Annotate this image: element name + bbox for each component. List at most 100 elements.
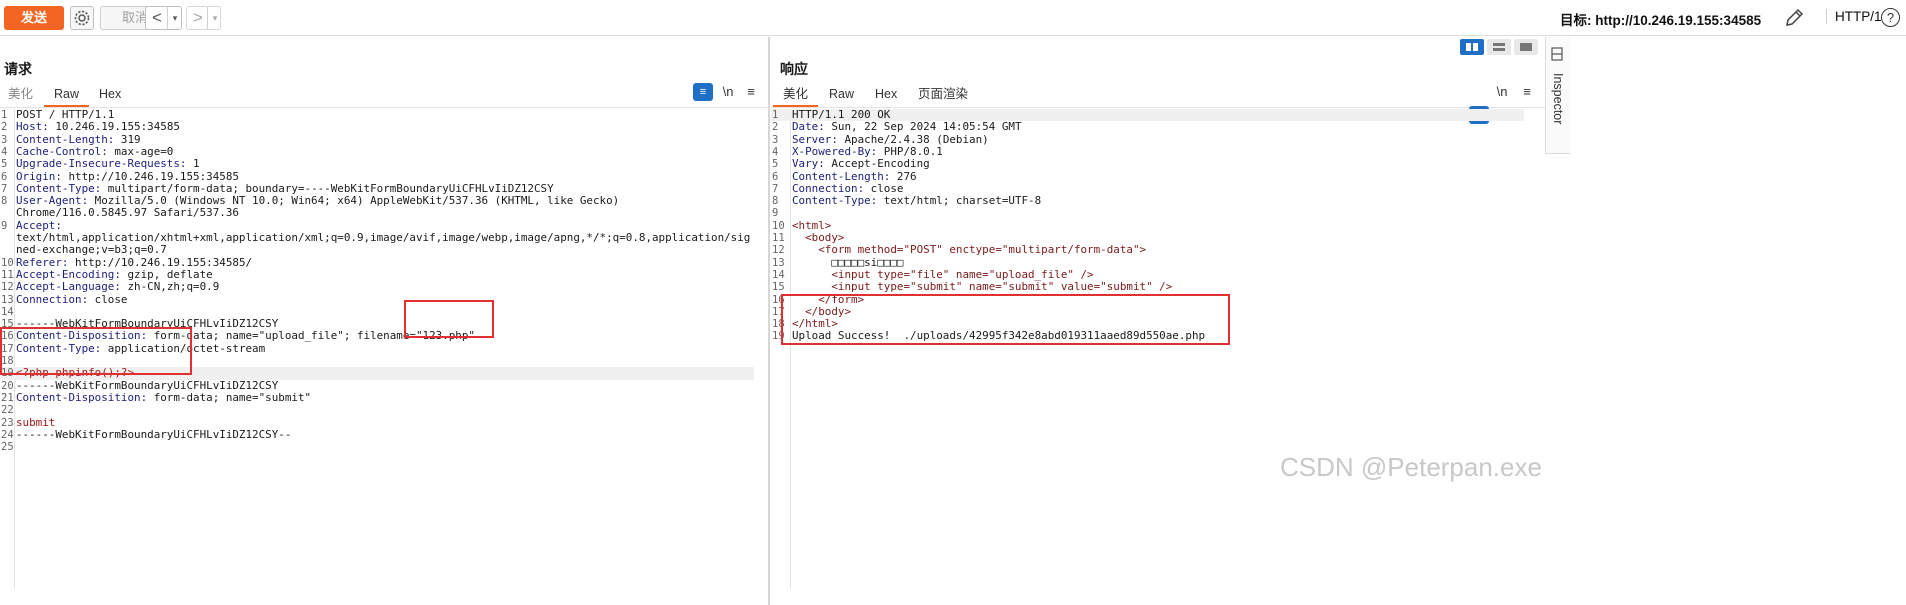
line-number: 9 — [772, 207, 779, 220]
tab-pretty[interactable]: 美化 — [772, 84, 819, 107]
header-value: close — [88, 292, 128, 306]
layout-toggle — [1460, 39, 1540, 56]
newline-toggle[interactable]: \n — [718, 83, 738, 101]
header-name: Content-Length: — [792, 169, 891, 183]
watermark: CSDN @Peterpan.exe — [1280, 452, 1542, 482]
line-number: 9 — [1, 219, 8, 232]
response-editor[interactable]: 1 HTTP/1.1 200 OK 2 Date: Sun, 22 Sep 2024 … — [771, 108, 1536, 589]
code-line[interactable]: 9 — [771, 207, 1524, 219]
header-value: Sun, 22 Sep 2024 14:05:54 GMT — [824, 120, 1022, 134]
line-number: 3 — [772, 133, 779, 146]
line-number: 7 — [772, 182, 779, 195]
code-line[interactable]: 22 — [0, 404, 754, 416]
code-line[interactable]: 15 <input type="submit" name="submit" va… — [771, 280, 1524, 294]
header-name: User-Agent: — [16, 194, 89, 208]
header-value: 276 — [890, 169, 917, 183]
header-name: Content-Disposition: — [16, 390, 148, 404]
response-title: 响应 — [780, 61, 808, 77]
header-value: form-data; name="submit" — [147, 390, 312, 404]
back-arrow-icon[interactable]: < — [146, 7, 168, 29]
request-panel: 请求 美化 Raw Hex ≡ \n ≡ 1 POST / HTTP/1.1 2 Ho… — [0, 37, 768, 605]
layout-stacked-button[interactable] — [1487, 39, 1511, 55]
code-line[interactable]: 24 ------WebKitFormBoundaryUiCFHLvIiDZ12C… — [0, 427, 754, 441]
header-value: multipart/form-data; boundary=----WebKit… — [101, 181, 554, 195]
layout-side-by-side-button[interactable] — [1460, 39, 1484, 55]
inspector-icon — [1551, 47, 1563, 61]
code-line[interactable]: 21 Content-Disposition: form-data; name="… — [0, 390, 754, 404]
line-number: 12 — [1, 281, 14, 294]
forward-dropdown-icon[interactable]: ▾ — [207, 7, 222, 29]
header-value: 10.246.19.155:34585 — [48, 120, 180, 134]
line-text: <input type="file" name="upload_file" /> — [792, 267, 1094, 281]
line-number: 24 — [1, 428, 14, 441]
line-number: 3 — [1, 133, 8, 146]
tab-raw[interactable]: Raw — [829, 84, 854, 104]
line-number: 21 — [1, 391, 14, 404]
code-line[interactable]: Chrome/116.0.5845.97 Safari/537.36 — [0, 207, 754, 219]
line-text: Chrome/116.0.5845.97 Safari/537.36 — [16, 206, 239, 220]
line-number: 5 — [1, 158, 8, 171]
line-number: 2 — [1, 121, 8, 134]
send-button[interactable]: 发送 — [4, 6, 64, 30]
header-value: Apache/2.4.38 (Debian) — [837, 132, 989, 146]
header-name: Accept-Encoding: — [16, 267, 121, 281]
inspector-tab[interactable]: Inspector — [1545, 37, 1570, 154]
header-name: Accept: — [16, 218, 62, 232]
settings-button[interactable] — [70, 6, 94, 30]
line-number: 20 — [1, 379, 14, 392]
header-name: X-Powered-By: — [792, 144, 878, 158]
code-line[interactable]: 8 Content-Type: text/html; charset=UTF-8 — [771, 194, 1524, 208]
http-version[interactable]: HTTP/1 — [1826, 9, 1882, 24]
back-nav-group: < ▾ — [145, 6, 182, 30]
code-line[interactable]: 25 — [0, 441, 754, 453]
line-number: 2 — [772, 121, 779, 134]
menu-icon[interactable]: ≡ — [1517, 83, 1537, 101]
line-number: 22 — [1, 404, 14, 417]
header-value: PHP/8.0.1 — [877, 144, 943, 158]
line-number: 7 — [1, 182, 8, 195]
inspector-label: Inspector — [1551, 73, 1565, 125]
back-dropdown-icon[interactable]: ▾ — [167, 7, 182, 29]
line-text: <input type="submit" name="submit" value… — [792, 280, 1173, 294]
request-tabs: 美化 Raw Hex — [8, 84, 208, 107]
line-number: 5 — [772, 158, 779, 171]
line-number: 10 — [1, 256, 14, 269]
newline-toggle[interactable]: \n — [1492, 83, 1512, 101]
header-value: zh-CN,zh;q=0.9 — [120, 280, 220, 294]
header-value: text/html; charset=UTF-8 — [877, 194, 1042, 208]
target-label: 目标: http://10.246.19.155:34585 — [1560, 13, 1762, 28]
help-icon[interactable]: ? — [1881, 8, 1900, 27]
panel-divider[interactable] — [768, 37, 770, 605]
header-value: 1 — [186, 157, 200, 171]
line-text: ------WebKitFormBoundaryUiCFHLvIiDZ12CSY… — [16, 427, 292, 441]
highlight-box-filename — [404, 300, 494, 338]
header-name: Vary: — [792, 157, 825, 171]
pencil-icon[interactable] — [1783, 7, 1805, 29]
header-value: Mozilla/5.0 (Windows NT 10.0; Win64; x64… — [88, 194, 620, 208]
tab-pretty[interactable]: 美化 — [8, 84, 33, 104]
line-number: 1 — [1, 109, 8, 121]
tab-hex[interactable]: Hex — [99, 84, 121, 104]
line-text: <form method="POST" enctype="multipart/f… — [792, 243, 1147, 257]
tab-render[interactable]: 页面渲染 — [918, 84, 968, 104]
line-number: 23 — [1, 416, 14, 429]
code-line[interactable]: 10 <html> — [771, 219, 1524, 232]
line-text: □□□□□si□□□□ — [792, 255, 904, 269]
tab-raw[interactable]: Raw — [43, 84, 90, 107]
gear-icon — [74, 10, 90, 26]
layout-tabbed-button[interactable] — [1514, 39, 1538, 55]
word-wrap-icon[interactable]: ≡ — [693, 83, 713, 101]
toolbar: 发送 取消 < ▾ > ▾ 目标: http://10.246.19.155:3… — [0, 0, 1906, 36]
header-value: Accept-Encoding — [824, 157, 930, 171]
tab-hex[interactable]: Hex — [875, 84, 897, 104]
header-name: Content-Length: — [16, 132, 115, 146]
header-value: gzip, deflate — [120, 267, 213, 281]
line-number: 6 — [772, 170, 779, 183]
code-line[interactable]: 13 Connection: close — [0, 292, 754, 306]
header-value: http://10.246.19.155:34585/ — [68, 255, 253, 269]
menu-icon[interactable]: ≡ — [741, 83, 761, 101]
highlight-box-upload-result — [781, 294, 1230, 345]
forward-arrow-icon[interactable]: > — [187, 7, 209, 29]
line-number: 4 — [772, 145, 779, 158]
header-name: Connection: — [792, 181, 865, 195]
